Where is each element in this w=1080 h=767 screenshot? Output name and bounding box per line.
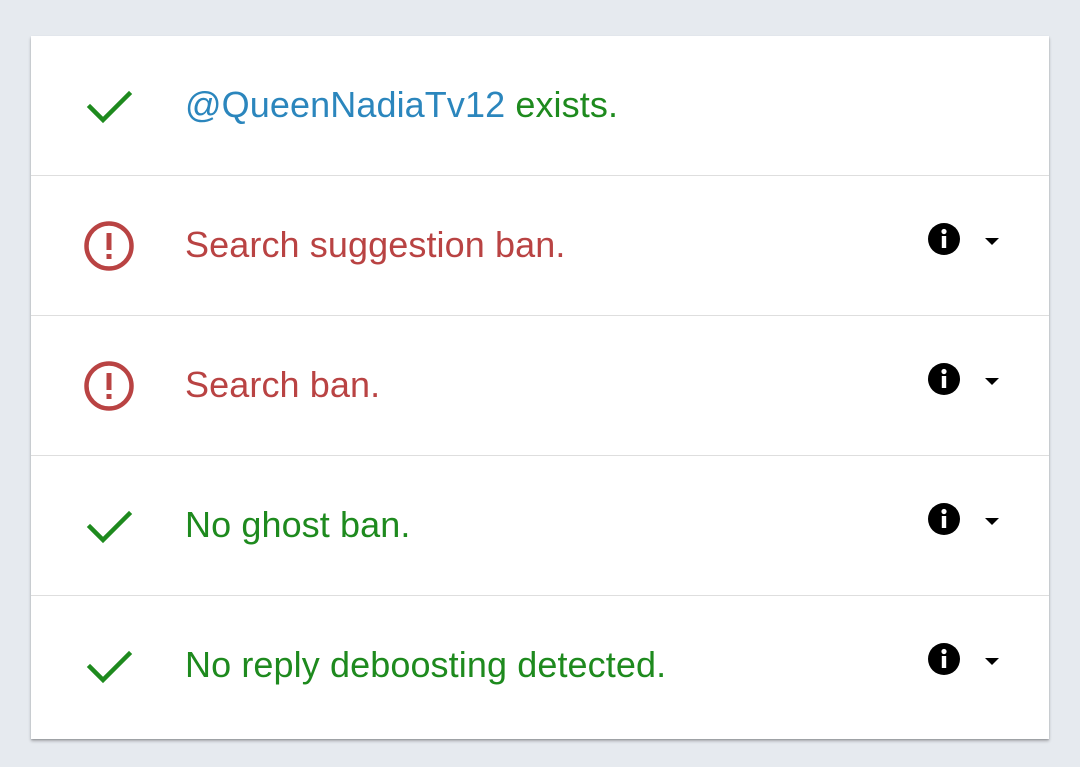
exclamation-circle-icon [83,360,135,412]
result-text: No ghost ban. [185,504,411,545]
chevron-down-icon[interactable] [984,374,1000,385]
info-icon[interactable] [927,642,961,676]
exclamation-circle-icon [83,220,135,272]
chevron-down-icon[interactable] [984,514,1000,525]
result-status-text: exists. [505,84,619,125]
result-text: No reply deboosting detected. [185,644,667,685]
info-icon[interactable] [927,222,961,256]
checkmark-icon [83,500,135,552]
result-row-search-ban: Search ban. [31,316,1049,456]
account-handle: @QueenNadiaTv12 [185,84,506,125]
results-card: @QueenNadiaTv12 exists. Search suggestio… [31,36,1049,739]
checkmark-icon [83,640,135,692]
checkmark-icon [83,80,135,132]
result-text: @QueenNadiaTv12 exists. [185,83,618,127]
result-row-search-suggestion-ban: Search suggestion ban. [31,176,1049,316]
result-row-reply-deboosting: No reply deboosting detected. [31,596,1049,739]
info-icon[interactable] [927,502,961,536]
chevron-down-icon[interactable] [984,234,1000,245]
result-row-exists: @QueenNadiaTv12 exists. [31,36,1049,176]
info-icon[interactable] [927,362,961,396]
result-text: Search ban. [185,364,381,405]
result-text: Search suggestion ban. [185,224,566,265]
chevron-down-icon[interactable] [984,654,1000,665]
result-row-ghost-ban: No ghost ban. [31,456,1049,596]
